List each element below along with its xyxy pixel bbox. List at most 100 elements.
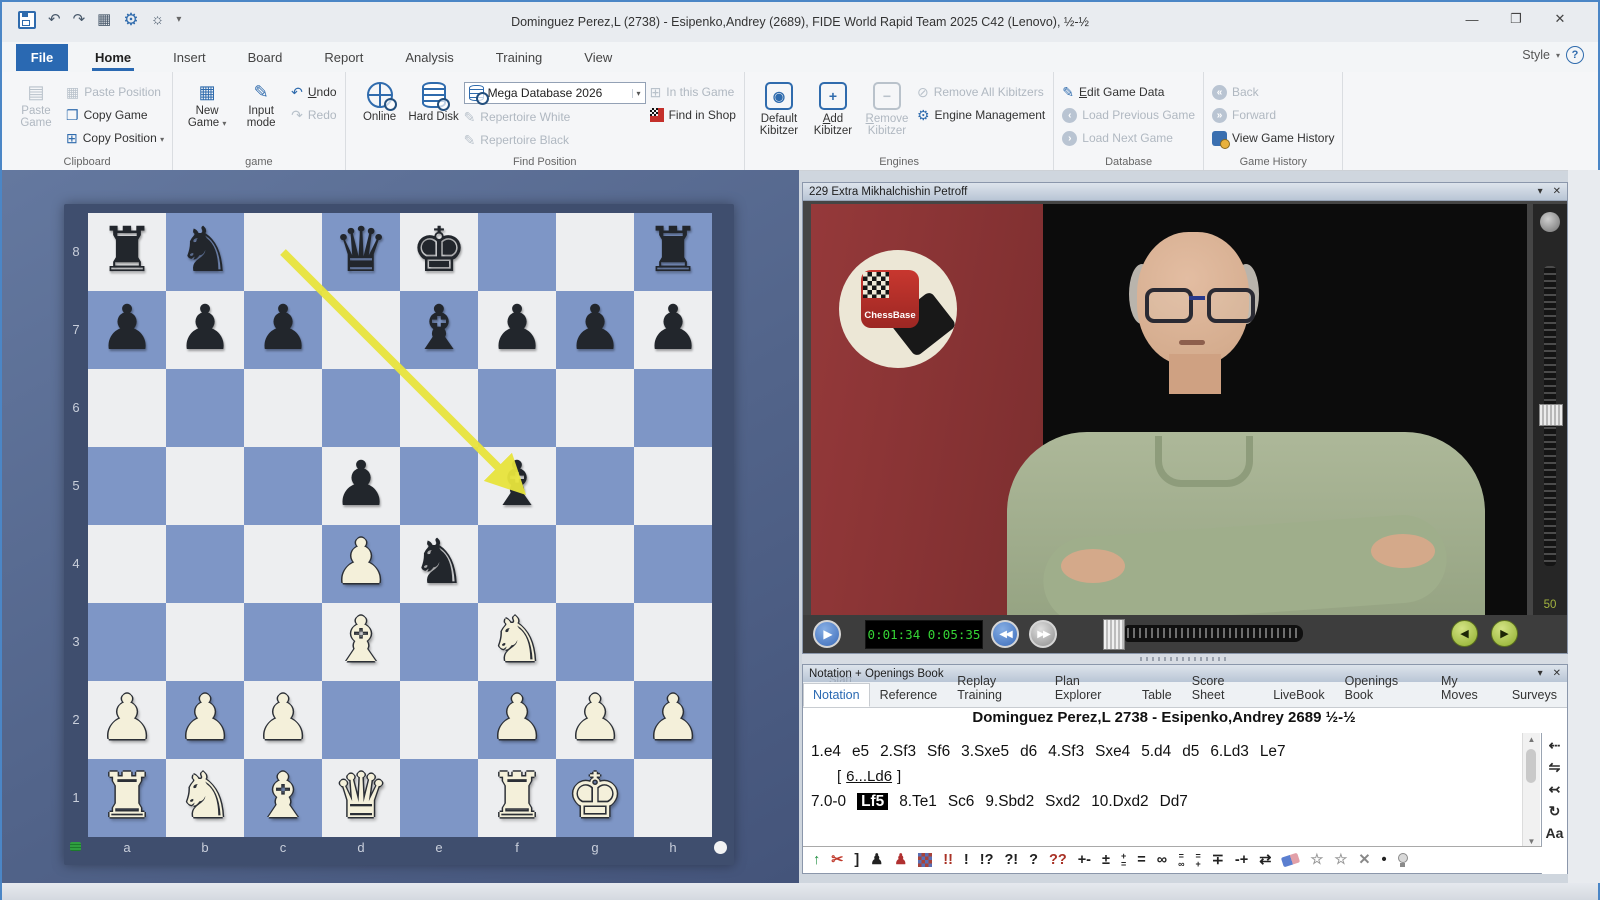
find-in-shop-button[interactable]: Find in Shop	[650, 105, 736, 125]
scroll-down-icon[interactable]: ▼	[1523, 837, 1540, 846]
tab-training[interactable]: Training	[475, 42, 563, 72]
notation-tab-livebook[interactable]: LiveBook	[1263, 683, 1334, 707]
style-button[interactable]: Style	[1522, 48, 1550, 62]
panel-collapse-icon[interactable]: ▾	[1538, 186, 1543, 197]
notation-tab-openings-book[interactable]: Openings Book	[1335, 669, 1431, 707]
mistake-icon[interactable]: ?	[1029, 852, 1038, 868]
square-d6[interactable]	[322, 369, 400, 447]
scroll-up-icon[interactable]: ▲	[1523, 735, 1540, 744]
copy-line-icon[interactable]: ⇠	[1549, 737, 1561, 753]
white-piece-c1[interactable]: ♝	[244, 755, 322, 837]
star-piece-icon[interactable]: ☆	[1334, 852, 1347, 868]
square-c3[interactable]	[244, 603, 322, 681]
square-e8[interactable]: ♚	[400, 213, 478, 291]
move-3-sxe5[interactable]: 3.Sxe5	[961, 743, 1009, 760]
square-h2[interactable]: ♟	[634, 681, 712, 759]
tab-file[interactable]: File	[16, 44, 68, 71]
black-piece-a7[interactable]: ♟	[88, 287, 166, 369]
square-h4[interactable]	[634, 525, 712, 603]
move-4-sf3[interactable]: 4.Sf3	[1048, 743, 1084, 760]
cut-variation-icon[interactable]: ✂	[831, 852, 843, 868]
square-b8[interactable]: ♞	[166, 213, 244, 291]
move-6-ld6[interactable]: 6...Ld6	[846, 768, 892, 785]
move-[interactable]: ]	[897, 768, 901, 785]
square-b3[interactable]	[166, 603, 244, 681]
square-f2[interactable]: ♟	[478, 681, 556, 759]
tab-report[interactable]: Report	[303, 42, 384, 72]
tab-home[interactable]: Home	[74, 42, 152, 72]
square-e1[interactable]	[400, 759, 478, 837]
white-piece-g1[interactable]: ♚	[556, 755, 634, 837]
swap-variations-icon[interactable]: ⇋	[1549, 759, 1561, 775]
square-c1[interactable]: ♝	[244, 759, 322, 837]
square-d3[interactable]: ♝	[322, 603, 400, 681]
square-g2[interactable]: ♟	[556, 681, 634, 759]
tab-analysis[interactable]: Analysis	[384, 42, 474, 72]
skip-back-button[interactable]: ◀	[1451, 620, 1478, 647]
black-slight-edge-icon[interactable]: =+	[1195, 852, 1200, 868]
square-e3[interactable]	[400, 603, 478, 681]
square-d8[interactable]: ♛	[322, 213, 400, 291]
square-b4[interactable]	[166, 525, 244, 603]
black-piece-b8[interactable]: ♞	[166, 209, 244, 291]
black-piece-c7[interactable]: ♟	[244, 287, 322, 369]
close-button[interactable]: ✕	[1538, 6, 1582, 32]
square-a6[interactable]	[88, 369, 166, 447]
blunder-icon[interactable]: ??	[1049, 852, 1067, 868]
move-8-te1[interactable]: 8.Te1	[899, 793, 937, 810]
skip-forward-button[interactable]: ▶	[1491, 620, 1518, 647]
square-e6[interactable]	[400, 369, 478, 447]
move-sf6[interactable]: Sf6	[927, 743, 950, 760]
move-le7[interactable]: Le7	[1260, 743, 1286, 760]
tab-insert[interactable]: Insert	[152, 42, 227, 72]
rewind-button[interactable]: ◀◀	[991, 620, 1019, 648]
white-piece-a2[interactable]: ♟	[88, 677, 166, 759]
square-h6[interactable]	[634, 369, 712, 447]
black-piece-g7[interactable]: ♟	[556, 287, 634, 369]
chevron-down-icon[interactable]: ▾	[1556, 51, 1560, 60]
engine-management-button[interactable]: ⚙Engine Management	[917, 105, 1045, 125]
square-d7[interactable]	[322, 291, 400, 369]
notation-tab-table[interactable]: Table	[1132, 683, 1182, 707]
white-piece-a1[interactable]: ♜	[88, 755, 166, 837]
square-h8[interactable]: ♜	[634, 213, 712, 291]
input-mode-button[interactable]: ✎Input mode	[235, 78, 287, 154]
interesting-move-icon[interactable]: !?	[980, 852, 994, 868]
hard-disk-button[interactable]: Hard Disk	[408, 78, 460, 154]
white-piece-f1[interactable]: ♜	[478, 755, 556, 837]
square-e4[interactable]: ♞	[400, 525, 478, 603]
square-a1[interactable]: ♜	[88, 759, 166, 837]
black-piece-d5[interactable]: ♟	[322, 443, 400, 525]
tab-board[interactable]: Board	[227, 42, 304, 72]
square-h5[interactable]	[634, 447, 712, 525]
equal-icon[interactable]: =	[1137, 852, 1145, 868]
square-f8[interactable]	[478, 213, 556, 291]
move-d6[interactable]: d6	[1020, 743, 1037, 760]
square-f6[interactable]	[478, 369, 556, 447]
fast-forward-button[interactable]: ▶▶	[1029, 620, 1057, 648]
delete-annotation-icon[interactable]: ✕	[1358, 852, 1370, 868]
move-lf5[interactable]: Lf5	[857, 793, 888, 810]
square-b5[interactable]	[166, 447, 244, 525]
white-piece-f2[interactable]: ♟	[478, 677, 556, 759]
square-a4[interactable]	[88, 525, 166, 603]
replay-icon[interactable]: ↻	[1549, 803, 1561, 819]
move-5-d4[interactable]: 5.d4	[1141, 743, 1171, 760]
promote-variation-icon[interactable]: ↑	[813, 852, 820, 868]
black-piece-d8[interactable]: ♛	[322, 209, 400, 291]
square-c8[interactable]	[244, 213, 322, 291]
black-piece-e7[interactable]: ♝	[400, 287, 478, 369]
notation-tab-my-moves[interactable]: My Moves	[1431, 669, 1502, 707]
notation-tab-score-sheet[interactable]: Score Sheet	[1182, 669, 1263, 707]
notation-tab-replay-training[interactable]: Replay Training	[947, 669, 1045, 707]
square-g4[interactable]	[556, 525, 634, 603]
square-f7[interactable]: ♟	[478, 291, 556, 369]
square-b6[interactable]	[166, 369, 244, 447]
notation-scrollbar[interactable]: ▲ ▼	[1522, 733, 1540, 848]
square-a2[interactable]: ♟	[88, 681, 166, 759]
help-icon[interactable]: ?	[1566, 46, 1584, 64]
font-settings-icon[interactable]: Aa	[1546, 825, 1564, 841]
undo-button[interactable]: ↶Undo	[291, 82, 336, 102]
move-7-0-0[interactable]: 7.0-0	[811, 793, 846, 810]
square-a3[interactable]	[88, 603, 166, 681]
